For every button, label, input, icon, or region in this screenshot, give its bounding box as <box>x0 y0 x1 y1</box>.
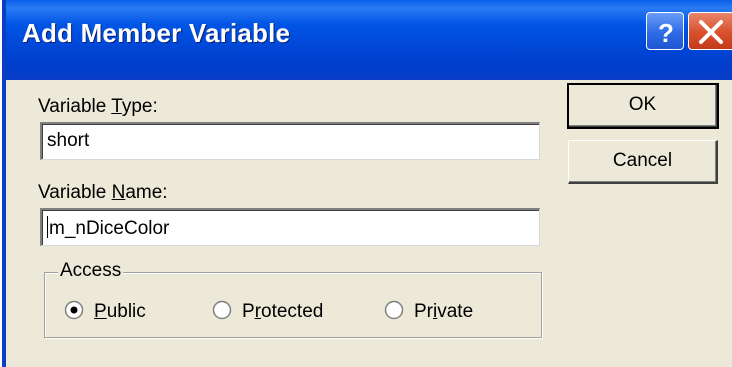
radio-private[interactable] <box>384 300 404 320</box>
variable-type-label: Variable Type: <box>38 96 158 117</box>
window-title: Add Member Variable <box>22 18 291 48</box>
radio-private-label: Private <box>414 301 474 322</box>
dialog-window: Add Member Variable ? Variable Type: sho… <box>2 0 732 367</box>
cancel-button[interactable]: Cancel <box>568 140 718 184</box>
variable-type-field[interactable]: short <box>40 122 540 160</box>
variable-name-label: Variable Name: <box>38 182 168 203</box>
radio-public[interactable] <box>64 300 84 320</box>
ok-button[interactable]: OK <box>567 83 719 129</box>
close-icon <box>699 20 723 44</box>
question-mark-icon: ? <box>658 18 674 48</box>
text-caret <box>47 216 48 238</box>
title-bar[interactable]: Add Member Variable ? <box>6 0 732 80</box>
radio-protected[interactable] <box>212 300 232 320</box>
close-button[interactable] <box>688 12 732 50</box>
radio-public-label: Public <box>94 301 146 322</box>
variable-name-field[interactable]: m_nDiceColor <box>40 208 540 246</box>
help-button[interactable]: ? <box>646 12 684 50</box>
radio-protected-label: Protected <box>242 301 324 322</box>
access-group-label: Access <box>58 260 124 282</box>
svg-text:?: ? <box>658 18 674 48</box>
